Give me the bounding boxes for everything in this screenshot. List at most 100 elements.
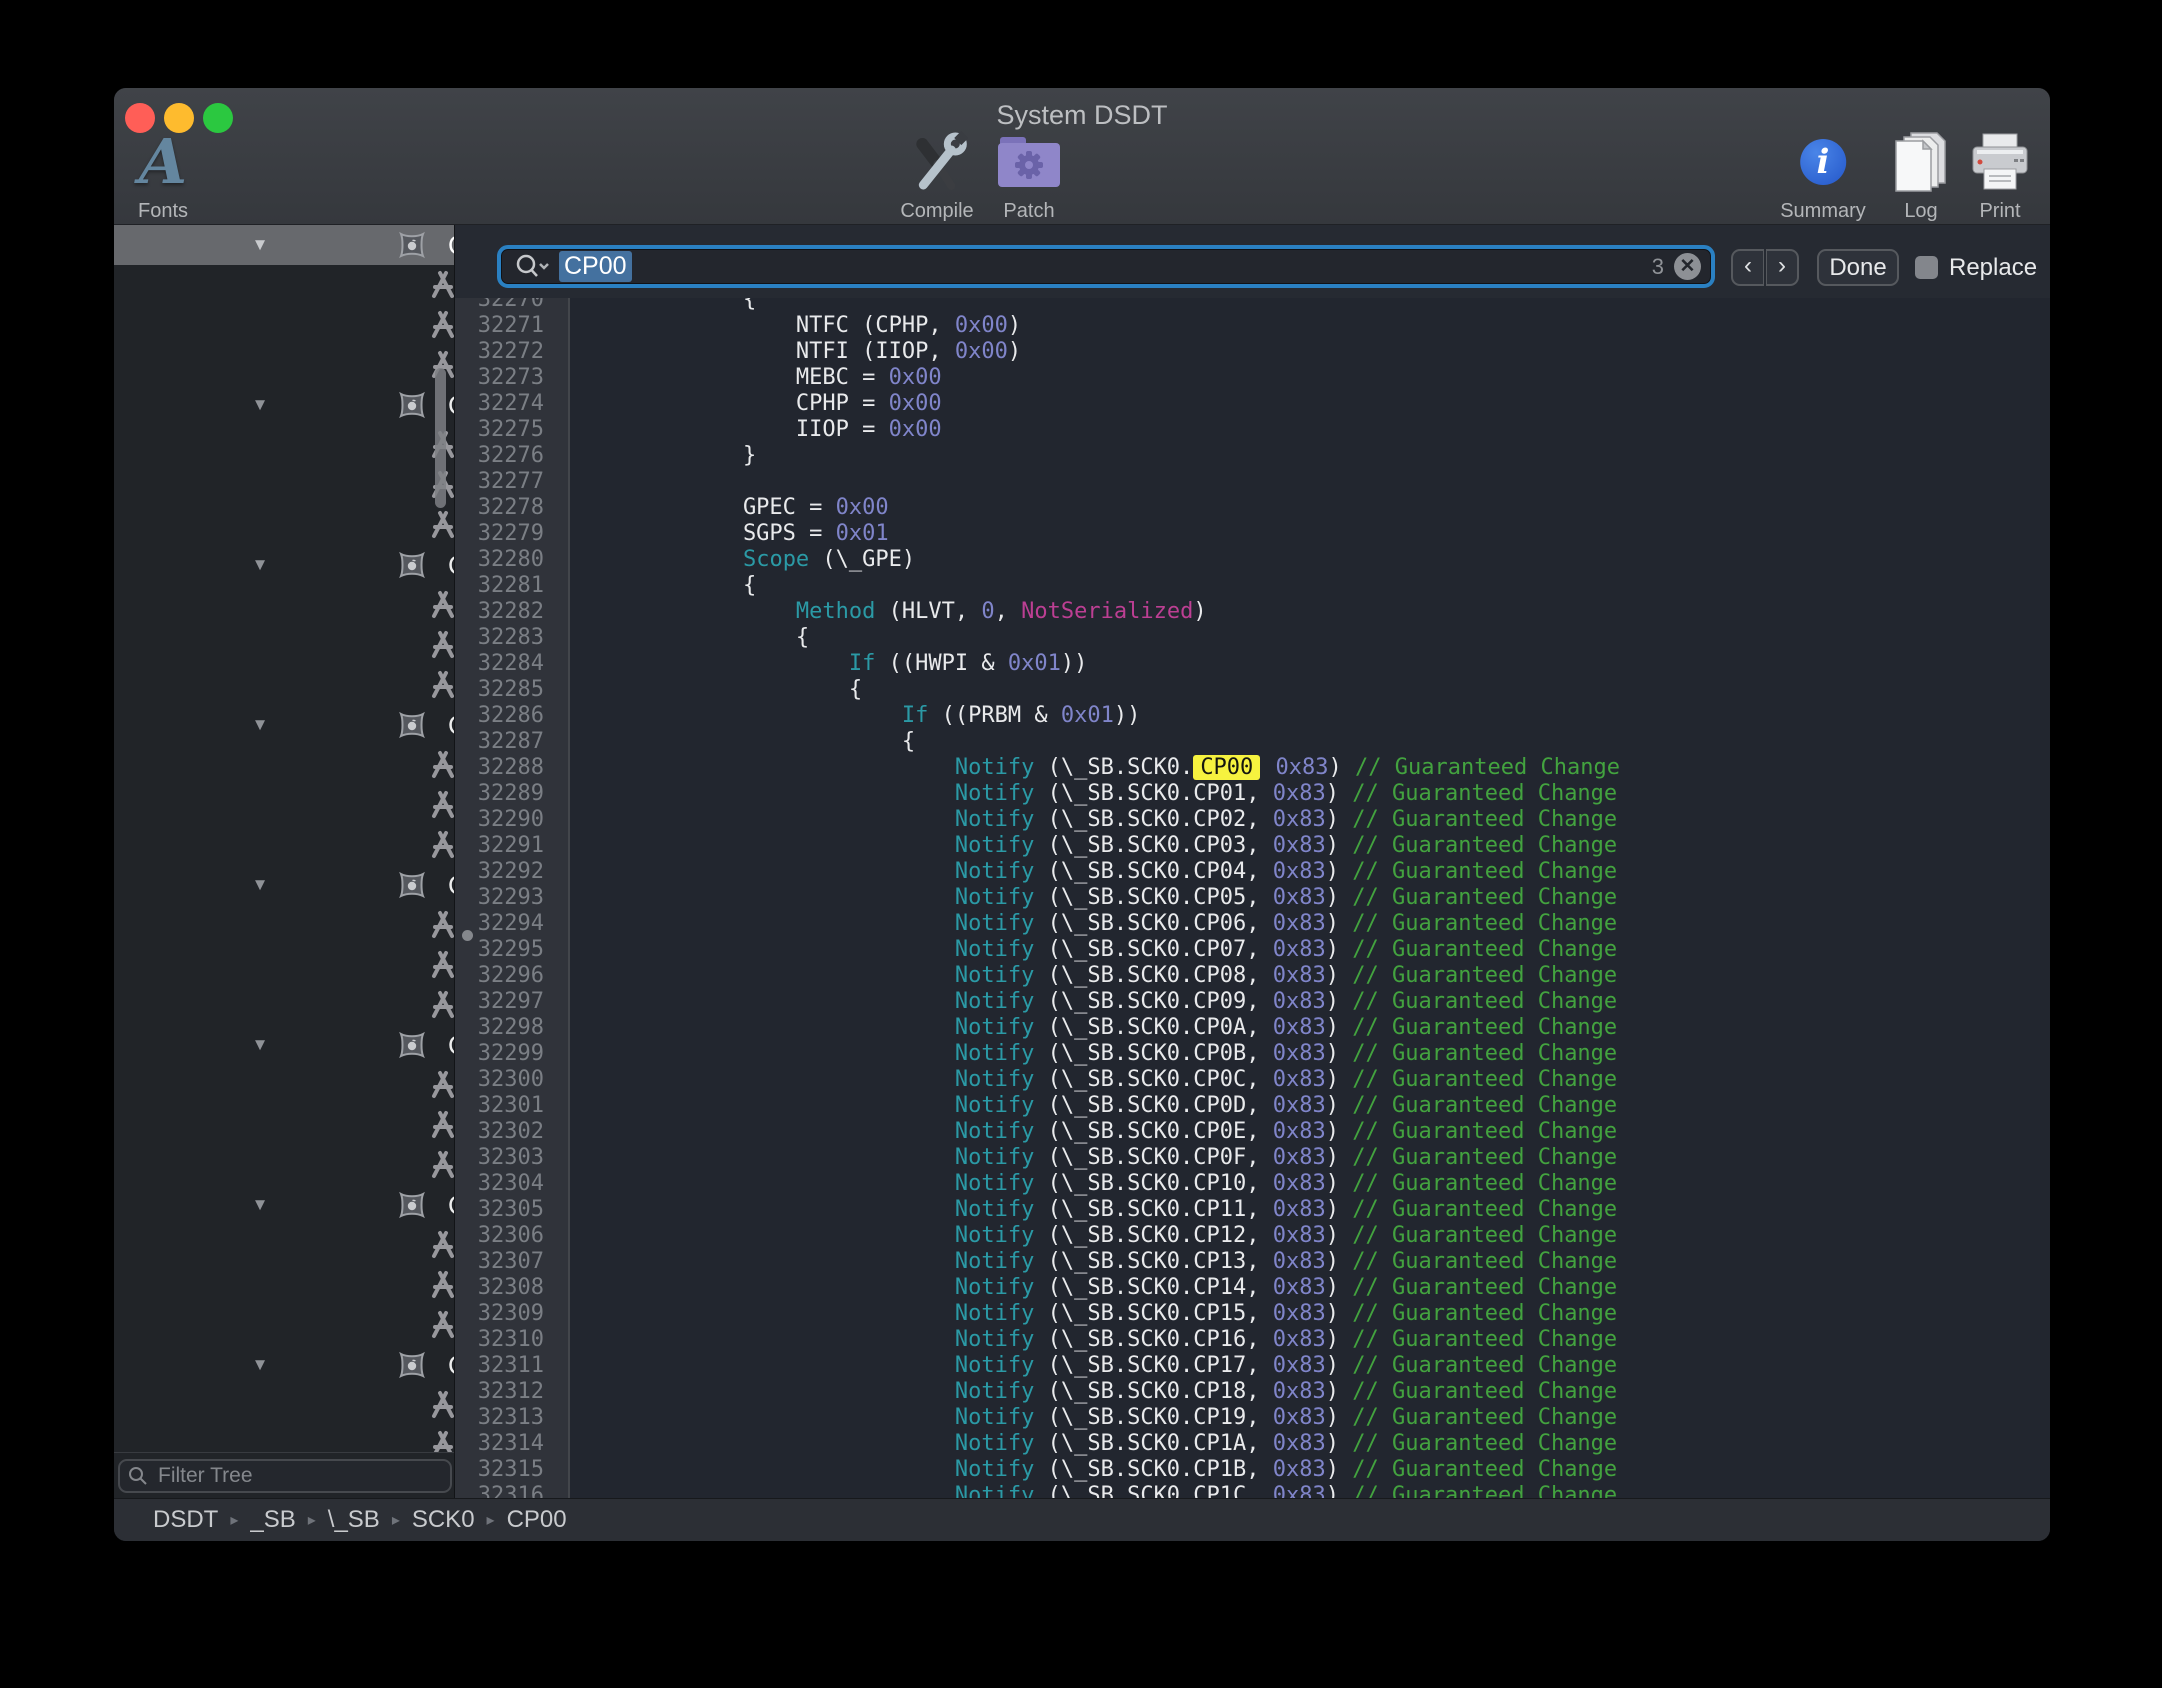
- tree-item-CP03[interactable]: ▼CP03: [114, 705, 454, 745]
- code-line[interactable]: 32293 Notify (\_SB.SCK0.CP05, 0x83) // G…: [455, 885, 2050, 911]
- search-field[interactable]: CP00 3 ✕: [497, 245, 1715, 288]
- code-line[interactable]: 32290 Notify (\_SB.SCK0.CP02, 0x83) // G…: [455, 807, 2050, 833]
- disclosure-triangle-icon[interactable]: ▼: [250, 1195, 270, 1215]
- tree-child-item[interactable]: _S…: [114, 1265, 454, 1305]
- code-line[interactable]: 32275 IIOP = 0x00: [455, 417, 2050, 443]
- code-editor[interactable]: 32270 {32271 NTFC (CPHP, 0x00)32272 NTFI…: [455, 298, 2050, 1498]
- filter-tree-field[interactable]: [118, 1459, 452, 1493]
- disclosure-triangle-icon[interactable]: ▼: [250, 395, 270, 415]
- tree-child-item[interactable]: _S…: [114, 1425, 454, 1452]
- code-line[interactable]: 32297 Notify (\_SB.SCK0.CP09, 0x83) // G…: [455, 989, 2050, 1015]
- tree-item-CP07[interactable]: ▼CP07: [114, 1345, 454, 1385]
- tree-child-item[interactable]: _…: [114, 345, 454, 385]
- tree-child-item[interactable]: _…: [114, 1305, 454, 1345]
- breadcrumb-item[interactable]: DSDT: [153, 1506, 218, 1534]
- code-line[interactable]: 32281 {: [455, 573, 2050, 599]
- disclosure-triangle-icon[interactable]: ▼: [250, 1355, 270, 1375]
- disclosure-triangle-icon[interactable]: ▼: [250, 1035, 270, 1055]
- log-button[interactable]: Log: [1893, 126, 1949, 223]
- patch-button[interactable]: Patch: [997, 126, 1061, 223]
- tree-child-item[interactable]: _S…: [114, 465, 454, 505]
- code-line[interactable]: 32309 Notify (\_SB.SCK0.CP15, 0x83) // G…: [455, 1301, 2050, 1327]
- code-line[interactable]: 32315 Notify (\_SB.SCK0.CP1B, 0x83) // G…: [455, 1457, 2050, 1483]
- print-button[interactable]: Print: [1969, 126, 2031, 223]
- code-line[interactable]: 32277: [455, 469, 2050, 495]
- tree-item-CP02[interactable]: ▼CP02: [114, 545, 454, 585]
- code-line[interactable]: 32305 Notify (\_SB.SCK0.CP11, 0x83) // G…: [455, 1197, 2050, 1223]
- code-line[interactable]: 32296 Notify (\_SB.SCK0.CP08, 0x83) // G…: [455, 963, 2050, 989]
- code-line[interactable]: 32292 Notify (\_SB.SCK0.CP04, 0x83) // G…: [455, 859, 2050, 885]
- replace-checkbox[interactable]: [1915, 256, 1938, 279]
- code-line[interactable]: 32316 Notify (\_SB.SCK0.CP1C, 0x83) // G…: [455, 1483, 2050, 1498]
- tree-child-item[interactable]: _P…: [114, 1065, 454, 1105]
- code-line[interactable]: 32300 Notify (\_SB.SCK0.CP0C, 0x83) // G…: [455, 1067, 2050, 1093]
- code-line[interactable]: 32285 {: [455, 677, 2050, 703]
- compile-button[interactable]: Compile: [900, 126, 973, 223]
- done-button[interactable]: Done: [1817, 249, 1899, 286]
- tree-child-item[interactable]: _S…: [114, 305, 454, 345]
- breadcrumb-item[interactable]: CP00: [507, 1506, 567, 1534]
- tree-child-item[interactable]: _P…: [114, 745, 454, 785]
- tree-child-item[interactable]: _…: [114, 1145, 454, 1185]
- code-line[interactable]: 32306 Notify (\_SB.SCK0.CP12, 0x83) // G…: [455, 1223, 2050, 1249]
- tree-child-item[interactable]: _S…: [114, 1105, 454, 1145]
- code-line[interactable]: 32273 MEBC = 0x00: [455, 365, 2050, 391]
- tree-item-CP05[interactable]: ▼CP05: [114, 1025, 454, 1065]
- code-line[interactable]: 32288 Notify (\_SB.SCK0.CP00 0x83) // Gu…: [455, 755, 2050, 781]
- tree-child-item[interactable]: _P…: [114, 585, 454, 625]
- code-line[interactable]: 32291 Notify (\_SB.SCK0.CP03, 0x83) // G…: [455, 833, 2050, 859]
- tree-child-item[interactable]: _S…: [114, 625, 454, 665]
- tree-item-CP04[interactable]: ▼CP04: [114, 865, 454, 905]
- code-line[interactable]: 32272 NTFI (IIOP, 0x00): [455, 339, 2050, 365]
- tree-child-item[interactable]: _P…: [114, 1225, 454, 1265]
- sidebar-scrollbar[interactable]: [435, 368, 446, 508]
- clear-search-button[interactable]: ✕: [1674, 253, 1701, 280]
- code-line[interactable]: 32314 Notify (\_SB.SCK0.CP1A, 0x83) // G…: [455, 1431, 2050, 1457]
- tree-child-item[interactable]: _P…: [114, 265, 454, 305]
- code-line[interactable]: 32283 {: [455, 625, 2050, 651]
- code-line[interactable]: 32270 {: [455, 298, 2050, 313]
- next-match-button[interactable]: ›: [1766, 249, 1799, 286]
- tree-child-item[interactable]: _…: [114, 505, 454, 545]
- code-line[interactable]: 32287 {: [455, 729, 2050, 755]
- breadcrumb-item[interactable]: _SB: [250, 1506, 295, 1534]
- breadcrumb-item[interactable]: \_SB: [328, 1506, 380, 1534]
- tree-item-CP00[interactable]: ▼CP00: [114, 225, 454, 265]
- tree-child-item[interactable]: _…: [114, 985, 454, 1025]
- code-line[interactable]: 32289 Notify (\_SB.SCK0.CP01, 0x83) // G…: [455, 781, 2050, 807]
- code-line[interactable]: 32284 If ((HWPI & 0x01)): [455, 651, 2050, 677]
- disclosure-triangle-icon[interactable]: ▼: [250, 875, 270, 895]
- tree-item-CP01[interactable]: ▼CP01: [114, 385, 454, 425]
- code-line[interactable]: 32304 Notify (\_SB.SCK0.CP10, 0x83) // G…: [455, 1171, 2050, 1197]
- code-line[interactable]: 32274 CPHP = 0x00: [455, 391, 2050, 417]
- code-line[interactable]: 32303 Notify (\_SB.SCK0.CP0F, 0x83) // G…: [455, 1145, 2050, 1171]
- code-line[interactable]: 32312 Notify (\_SB.SCK0.CP18, 0x83) // G…: [455, 1379, 2050, 1405]
- fonts-button[interactable]: A Fonts: [138, 126, 188, 223]
- code-line[interactable]: 32310 Notify (\_SB.SCK0.CP16, 0x83) // G…: [455, 1327, 2050, 1353]
- code-line[interactable]: 32301 Notify (\_SB.SCK0.CP0D, 0x83) // G…: [455, 1093, 2050, 1119]
- tree-child-item[interactable]: _P…: [114, 905, 454, 945]
- tree-child-item[interactable]: _…: [114, 665, 454, 705]
- disclosure-triangle-icon[interactable]: ▼: [250, 235, 270, 255]
- code-line[interactable]: 32294 Notify (\_SB.SCK0.CP06, 0x83) // G…: [455, 911, 2050, 937]
- disclosure-triangle-icon[interactable]: ▼: [250, 715, 270, 735]
- tree-child-item[interactable]: _S…: [114, 785, 454, 825]
- previous-match-button[interactable]: ‹: [1731, 249, 1764, 286]
- code-line[interactable]: 32276 }: [455, 443, 2050, 469]
- code-line[interactable]: 32286 If ((PRBM & 0x01)): [455, 703, 2050, 729]
- tree-child-item[interactable]: _P…: [114, 425, 454, 465]
- code-line[interactable]: 32311 Notify (\_SB.SCK0.CP17, 0x83) // G…: [455, 1353, 2050, 1379]
- code-line[interactable]: 32302 Notify (\_SB.SCK0.CP0E, 0x83) // G…: [455, 1119, 2050, 1145]
- tree-item-CP06[interactable]: ▼CP06: [114, 1185, 454, 1225]
- code-line[interactable]: 32279 SGPS = 0x01: [455, 521, 2050, 547]
- code-line[interactable]: 32282 Method (HLVT, 0, NotSerialized): [455, 599, 2050, 625]
- summary-button[interactable]: i Summary: [1780, 126, 1866, 223]
- code-line[interactable]: 32271 NTFC (CPHP, 0x00): [455, 313, 2050, 339]
- code-line[interactable]: 32308 Notify (\_SB.SCK0.CP14, 0x83) // G…: [455, 1275, 2050, 1301]
- tree-child-item[interactable]: _P…: [114, 1385, 454, 1425]
- code-line[interactable]: 32298 Notify (\_SB.SCK0.CP0A, 0x83) // G…: [455, 1015, 2050, 1041]
- code-line[interactable]: 32278 GPEC = 0x00: [455, 495, 2050, 521]
- code-line[interactable]: 32313 Notify (\_SB.SCK0.CP19, 0x83) // G…: [455, 1405, 2050, 1431]
- code-line[interactable]: 32307 Notify (\_SB.SCK0.CP13, 0x83) // G…: [455, 1249, 2050, 1275]
- tree-child-item[interactable]: _…: [114, 825, 454, 865]
